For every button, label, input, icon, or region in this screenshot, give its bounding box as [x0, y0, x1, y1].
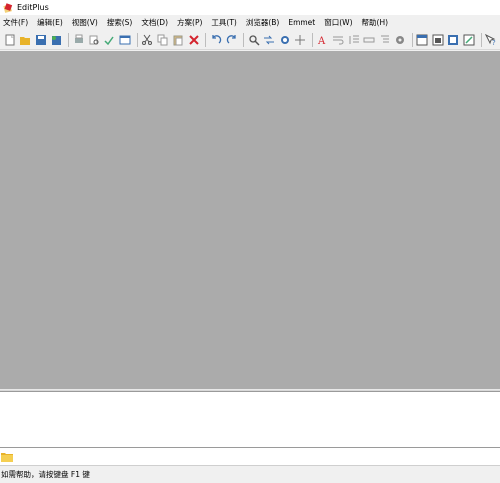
toolbar-separator — [205, 32, 207, 47]
paste-icon[interactable] — [171, 33, 184, 47]
spellcheck-icon[interactable] — [103, 33, 116, 47]
print-preview-icon[interactable] — [87, 33, 100, 47]
ruler-icon[interactable] — [362, 33, 375, 47]
toolbar-separator — [312, 32, 313, 47]
tile-vertical-icon[interactable] — [431, 33, 444, 47]
toolbar: A? — [0, 30, 500, 50]
svg-text:?: ? — [492, 39, 496, 46]
menu-window[interactable]: 窗口(W) — [324, 17, 352, 28]
toolbar-separator — [67, 32, 69, 47]
folder-icon[interactable] — [1, 451, 13, 462]
editplus-app-icon — [3, 2, 13, 13]
browser-icon[interactable] — [118, 33, 131, 47]
menu-search[interactable]: 搜索(S) — [107, 17, 133, 28]
tile-horizontal-icon[interactable] — [416, 33, 429, 47]
open-file-icon[interactable] — [18, 33, 31, 47]
goto-line-icon[interactable] — [294, 33, 307, 47]
help-icon[interactable]: ? — [484, 33, 497, 47]
status-bar: 如需帮助，请按键盘 F1 键 — [0, 466, 500, 483]
menu-edit[interactable]: 编辑(E) — [37, 17, 63, 28]
menu-file[interactable]: 文件(F) — [3, 17, 28, 28]
menu-browser[interactable]: 浏览器(B) — [246, 17, 280, 28]
find-icon[interactable] — [247, 33, 260, 47]
menu-view[interactable]: 视图(V) — [72, 17, 98, 28]
toolbar-separator — [480, 32, 482, 47]
menu-help[interactable]: 帮助(H) — [362, 17, 389, 28]
cascade-icon[interactable] — [447, 33, 460, 47]
menu-document[interactable]: 文档(D) — [141, 17, 168, 28]
output-panel[interactable] — [0, 392, 500, 448]
window-title: EditPlus — [17, 3, 49, 12]
cut-icon[interactable] — [141, 33, 154, 47]
save-icon[interactable] — [34, 33, 47, 47]
save-all-icon[interactable] — [49, 33, 62, 47]
svg-text:A: A — [317, 36, 326, 46]
undo-icon[interactable] — [209, 33, 222, 47]
copy-icon[interactable] — [156, 33, 169, 47]
print-icon[interactable] — [72, 33, 85, 47]
replace-icon[interactable] — [263, 33, 276, 47]
status-text: 如需帮助，请按键盘 F1 键 — [1, 470, 90, 479]
menu-tools[interactable]: 工具(T) — [211, 17, 236, 28]
full-screen-icon[interactable] — [462, 33, 475, 47]
redo-icon[interactable] — [225, 33, 238, 47]
toolbar-separator — [243, 32, 245, 47]
document-tab-bar — [0, 448, 500, 466]
toolbar-separator — [136, 32, 138, 47]
menu-project[interactable]: 方案(P) — [177, 17, 202, 28]
document-workspace[interactable] — [0, 51, 500, 389]
settings-icon[interactable] — [393, 33, 406, 47]
toolbar-separator — [411, 32, 413, 47]
new-file-icon[interactable] — [3, 33, 16, 47]
font-icon[interactable]: A — [316, 33, 329, 47]
line-number-icon[interactable] — [347, 33, 360, 47]
indent-guide-icon[interactable] — [378, 33, 391, 47]
delete-icon[interactable] — [187, 33, 200, 47]
title-bar: EditPlus — [0, 0, 500, 15]
find-in-files-icon[interactable] — [278, 33, 291, 47]
menu-emmet[interactable]: Emmet — [288, 18, 315, 27]
menu-bar: 文件(F) 编辑(E) 视图(V) 搜索(S) 文档(D) 方案(P) 工具(T) 浏览器(B… — [0, 16, 500, 29]
word-wrap-icon[interactable] — [331, 33, 344, 47]
